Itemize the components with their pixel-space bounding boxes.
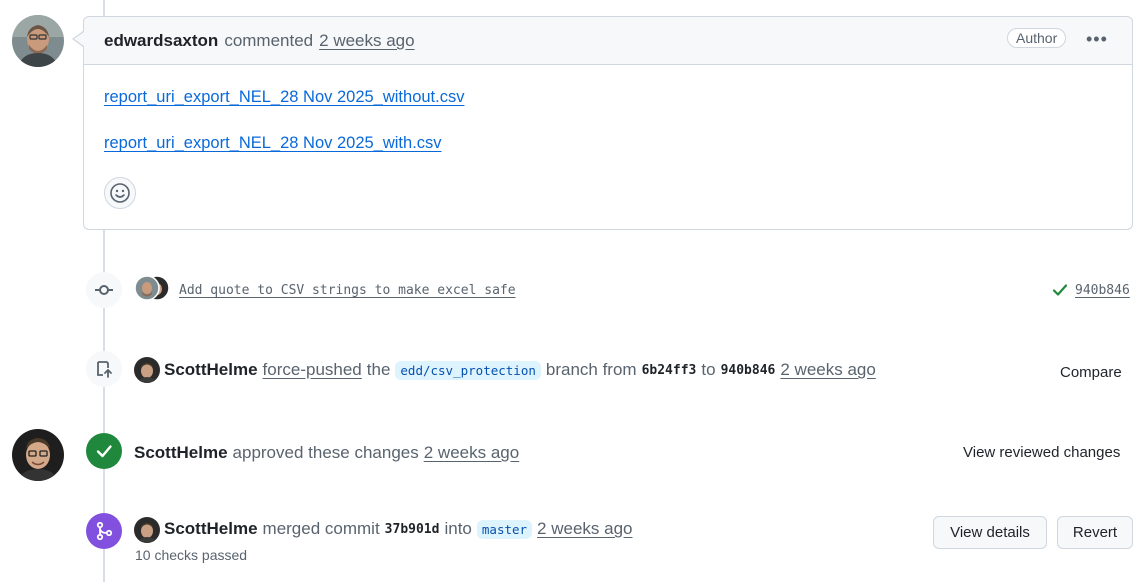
- force-push-actor[interactable]: ScottHelme: [164, 360, 258, 380]
- merged-badge: [86, 513, 122, 549]
- check-icon: [96, 445, 112, 458]
- branch-pill[interactable]: edd/csv_protection: [395, 360, 541, 380]
- comment-caret-fill: [74, 32, 84, 46]
- merge-actor[interactable]: ScottHelme: [164, 519, 258, 539]
- force-push-the: the: [366, 360, 391, 379]
- force-push-to-word: to: [701, 360, 716, 379]
- comment-action: commented: [224, 31, 314, 50]
- merge-time[interactable]: 2 weeks ago: [537, 519, 632, 539]
- author-badge: Author: [1007, 28, 1067, 48]
- force-push-text: ScottHelme force-pushed the edd/csv_prot…: [164, 358, 876, 382]
- force-push-badge: [86, 351, 122, 387]
- smiley-icon: [110, 183, 130, 203]
- revert-button[interactable]: Revert: [1057, 516, 1133, 549]
- from-sha[interactable]: 6b24ff3: [642, 363, 697, 378]
- force-push-actor-avatar[interactable]: [134, 357, 160, 383]
- commit-message-link[interactable]: Add quote to CSV strings to make excel s…: [179, 283, 516, 298]
- force-pushed-link[interactable]: force-pushed: [263, 360, 362, 380]
- approve-actor[interactable]: ScottHelme: [134, 443, 228, 463]
- comment-time[interactable]: 2 weeks ago: [319, 31, 414, 51]
- git-commit-icon: [95, 285, 113, 295]
- merge-sha[interactable]: 37b901d: [385, 522, 440, 537]
- comment-header-text: edwardsaxton commented 2 weeks ago: [104, 30, 415, 52]
- merge-into-word: into: [444, 519, 472, 538]
- comment-menu-icon[interactable]: •••: [1086, 29, 1108, 50]
- attachment-link-with[interactable]: report_uri_export_NEL_28 Nov 2025_with.c…: [104, 134, 442, 153]
- approve-text: ScottHelme approved these changes 2 week…: [134, 441, 519, 465]
- comment-author[interactable]: edwardsaxton: [104, 31, 218, 51]
- force-push-time[interactable]: 2 weeks ago: [780, 360, 875, 380]
- approved-badge: [86, 433, 122, 469]
- attachment-link-without[interactable]: report_uri_export_NEL_28 Nov 2025_withou…: [104, 88, 464, 107]
- view-reviewed-changes-button[interactable]: View reviewed changes: [963, 444, 1120, 461]
- commit-authors-avatars: [134, 275, 172, 301]
- check-icon: [1052, 284, 1068, 296]
- commit-sha-link[interactable]: 940b846: [1075, 283, 1130, 298]
- commenter-avatar[interactable]: [12, 15, 64, 67]
- merge-action: merged commit: [262, 519, 380, 538]
- git-merge-icon: [96, 521, 113, 541]
- merge-actor-avatar[interactable]: [134, 517, 160, 543]
- base-branch-pill[interactable]: master: [476, 519, 533, 539]
- view-details-button[interactable]: View details: [933, 516, 1047, 549]
- add-reaction-button[interactable]: [104, 177, 136, 209]
- compare-button[interactable]: Compare: [1060, 364, 1122, 381]
- approve-time[interactable]: 2 weeks ago: [424, 443, 519, 463]
- merge-text: ScottHelme merged commit 37b901d into ma…: [164, 517, 633, 541]
- reviewer-avatar[interactable]: [12, 429, 64, 481]
- force-push-branch-word: branch from: [545, 360, 637, 379]
- checks-status[interactable]: 10 checks passed: [135, 547, 247, 563]
- approve-action: approved these changes: [232, 443, 419, 462]
- to-sha[interactable]: 940b846: [721, 363, 776, 378]
- repo-push-icon: [97, 361, 112, 378]
- commit-badge: [86, 272, 122, 308]
